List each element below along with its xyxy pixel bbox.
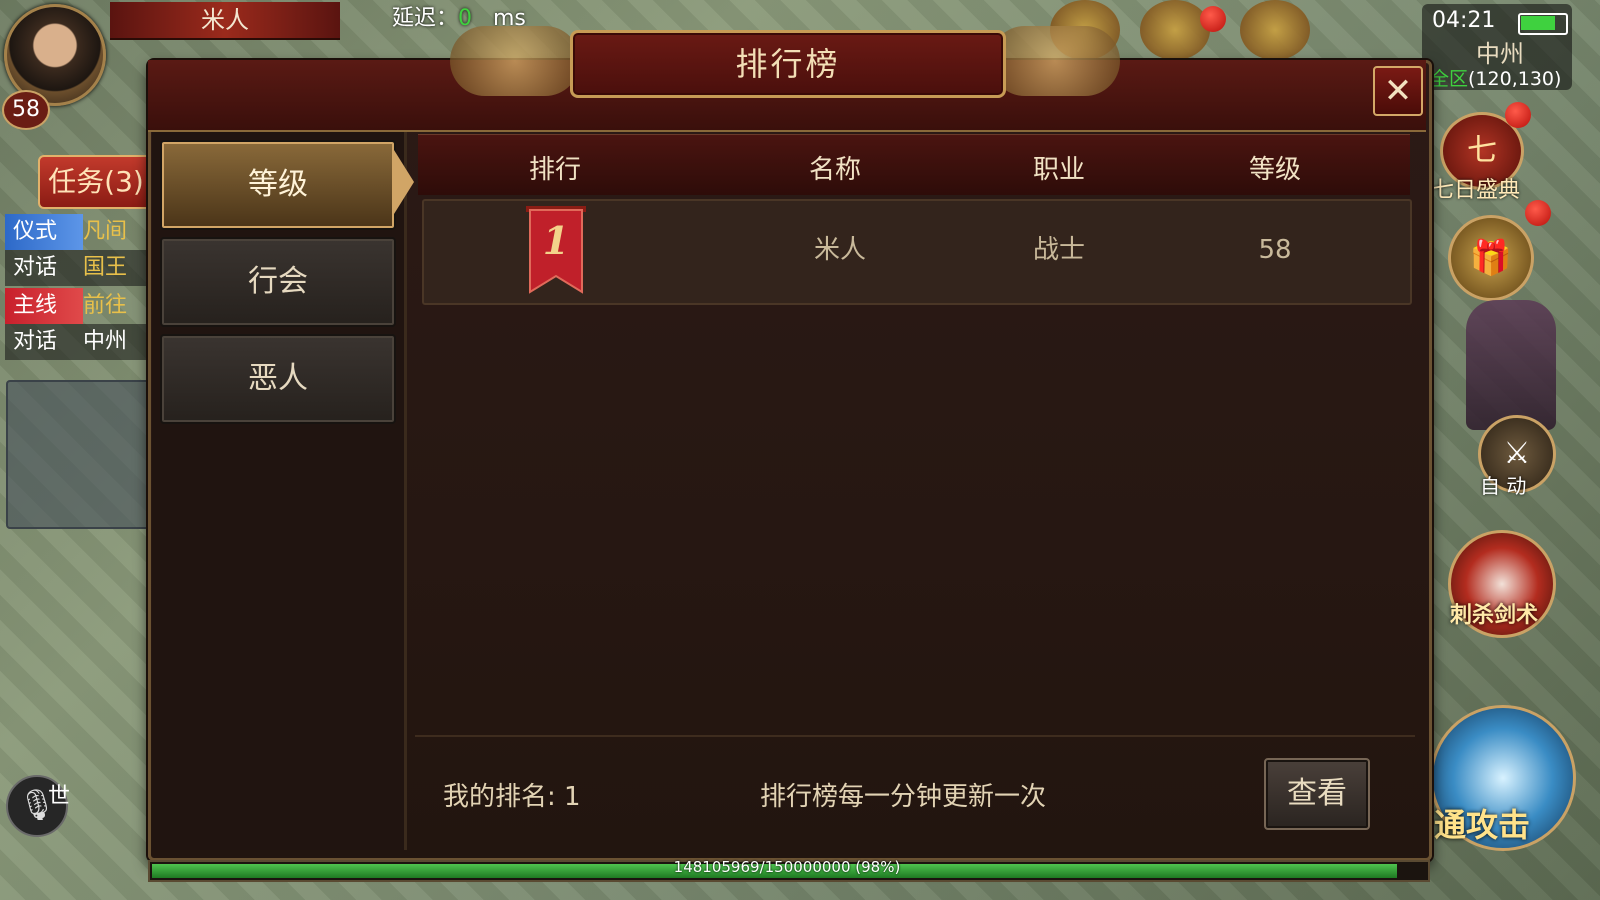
tab-villain[interactable]: 恶人 (160, 334, 396, 424)
tab-guild[interactable]: 行会 (160, 237, 396, 327)
treasure-chest-icon[interactable]: 🎁 (1448, 215, 1534, 301)
coords-prefix: 全区 (1430, 68, 1469, 90)
close-icon[interactable]: ✕ (1373, 66, 1423, 116)
panel-title: 排行榜 (570, 30, 1006, 98)
world-channel-label[interactable]: 世 (48, 778, 70, 810)
my-rank-label: 我的排名: 1 (443, 782, 581, 812)
quest-text: 凡间 (83, 219, 128, 244)
auto-battle-label: 自 动 (1480, 474, 1527, 498)
experience-text: 148105969/150000000 (98%) (673, 858, 901, 876)
quest-item[interactable]: 对话 国王 (5, 250, 150, 286)
view-button[interactable]: 查看 (1264, 758, 1370, 830)
latency-label: 延迟： (392, 6, 459, 31)
quest-text: 前往 (83, 293, 128, 318)
npc-figure (1466, 300, 1556, 430)
coordinates: 全区(120,130) (1430, 64, 1561, 91)
column-header-class: 职业 (1032, 155, 1085, 185)
normal-attack-label: 通攻击 (1434, 806, 1531, 844)
quest-item[interactable]: 对话 中州 (5, 324, 150, 360)
row-class: 战士 (1032, 235, 1085, 265)
dragon-ornament-icon (990, 26, 1120, 96)
notification-dot-icon (1525, 200, 1551, 226)
tab-level[interactable]: 等级 (160, 140, 396, 230)
battery-level (1521, 16, 1555, 30)
notification-dot-icon (1200, 6, 1226, 32)
notification-dot-icon (1505, 102, 1531, 128)
update-notice: 排行榜每一分钟更新一次 (760, 782, 1047, 812)
dragon-ornament-icon (450, 26, 580, 96)
quest-tag: 仪式 (5, 214, 83, 250)
seven-day-label: 七日盛典 (1432, 178, 1521, 203)
quest-tag: 主线 (5, 288, 83, 324)
quest-text: 国王 (83, 255, 128, 280)
player-level-badge: 58 (2, 90, 50, 130)
rank-ribbon-icon: 1 (526, 206, 586, 294)
row-level: 58 (1258, 235, 1292, 265)
active-tab-arrow-icon (394, 150, 414, 214)
player-name: 米人 (110, 2, 340, 40)
coords-value: (120,130) (1468, 68, 1562, 90)
quest-tag: 对话 (13, 329, 58, 354)
gift-icon[interactable] (1140, 0, 1210, 60)
footer-divider (415, 735, 1415, 737)
column-header-level: 等级 (1248, 155, 1301, 185)
rank-number: 1 (543, 218, 569, 263)
quest-button[interactable]: 任务(3) (38, 155, 154, 209)
clock: 04:21 (1432, 8, 1496, 33)
skill-assassinate-label: 刺杀剑术 (1450, 603, 1539, 628)
quest-text: 中州 (83, 329, 128, 354)
quest-tag: 对话 (13, 255, 58, 280)
quest-item[interactable]: 仪式 凡间 (5, 214, 150, 250)
column-header-rank: 排行 (528, 155, 581, 185)
row-name: 米人 (813, 235, 866, 265)
activity-icon[interactable] (1240, 0, 1310, 60)
latency-value: 0 (458, 6, 473, 31)
quest-item[interactable]: 主线 前往 (5, 288, 150, 324)
minimap[interactable] (6, 380, 150, 529)
column-header-name: 名称 (808, 155, 861, 185)
